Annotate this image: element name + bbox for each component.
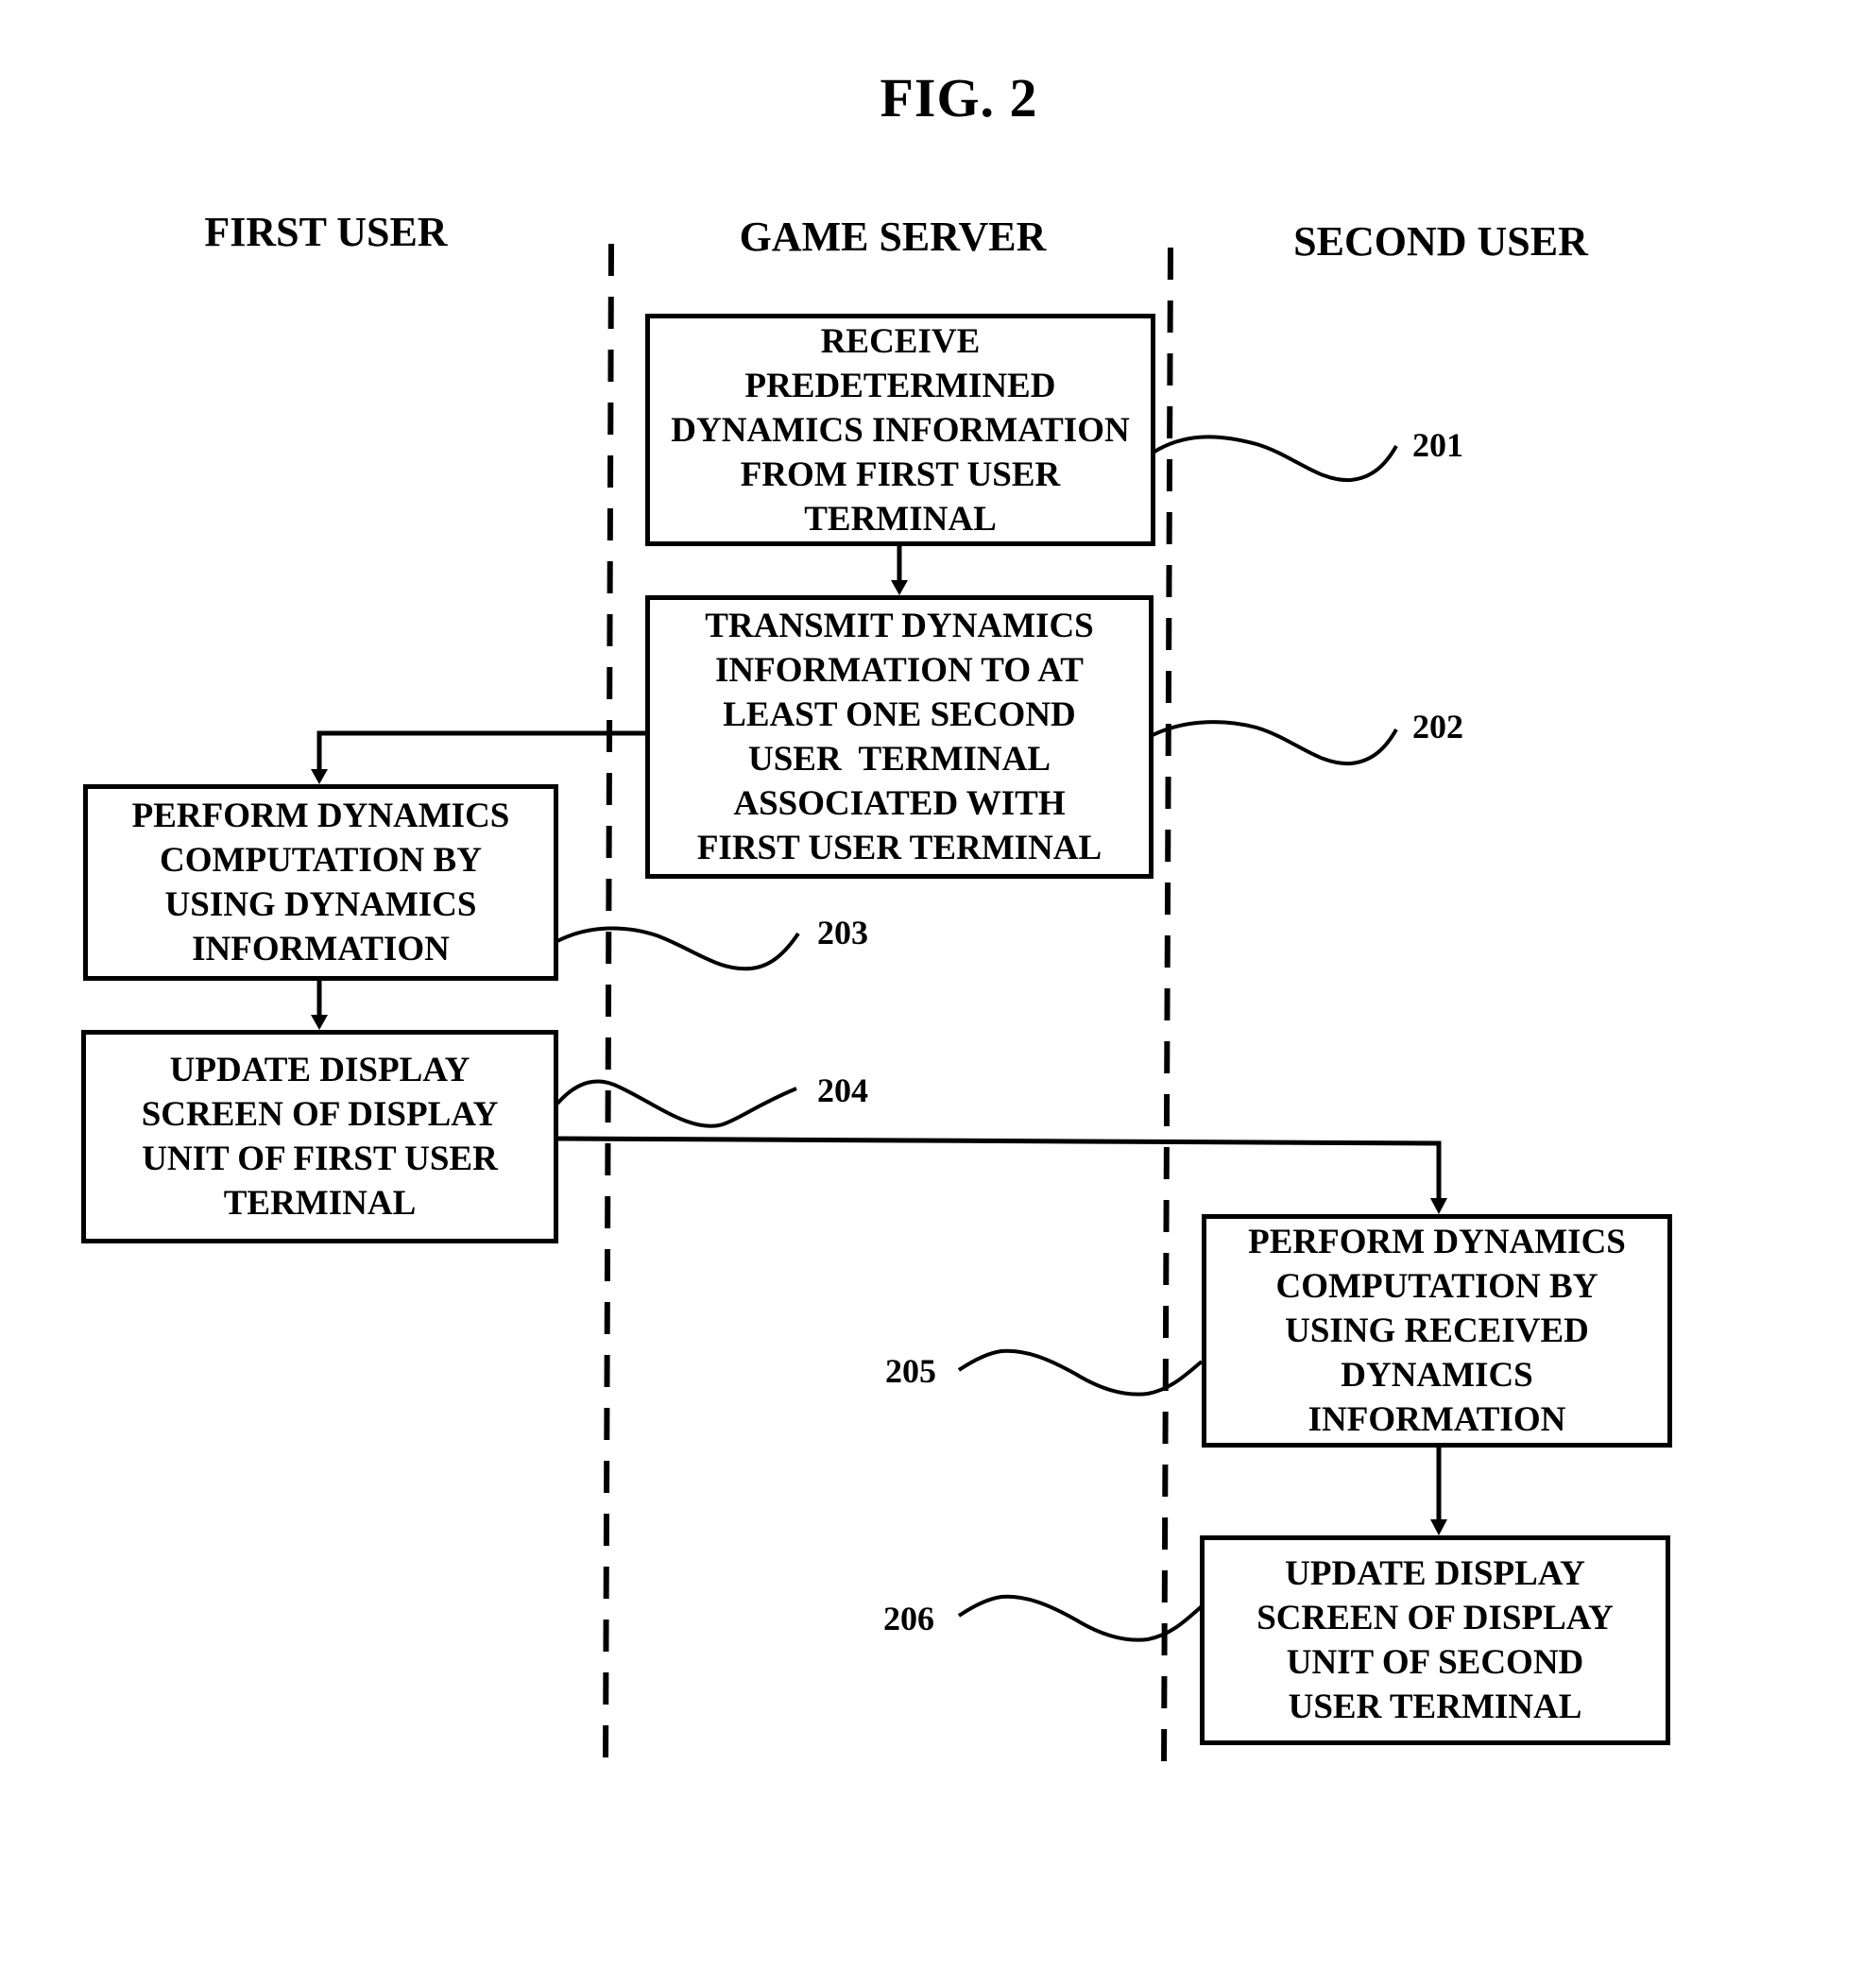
step-206-line-2: SCREEN OF DISPLAY: [1256, 1599, 1614, 1637]
step-box-205: PERFORM DYNAMICS COMPUTATION BY USING RE…: [1202, 1214, 1672, 1448]
leader-line-201: [1153, 435, 1398, 483]
step-201-line-3: DYNAMICS INFORMATION: [671, 410, 1130, 450]
ref-label-201: 201: [1412, 426, 1463, 464]
step-201-line-4: FROM FIRST USER: [740, 454, 1061, 494]
ref-label-204: 204: [817, 1071, 868, 1109]
arrowhead-201-202: [891, 580, 908, 595]
step-204-line-2: SCREEN OF DISPLAY: [141, 1095, 499, 1134]
step-202-line-3: LEAST ONE SECOND: [723, 695, 1076, 734]
step-box-206: UPDATE DISPLAY SCREEN OF DISPLAY UNIT OF…: [1200, 1535, 1670, 1745]
flow-arrow-202-203: [316, 730, 645, 777]
leader-line-206: [957, 1594, 1204, 1642]
arrowhead-205-206: [1430, 1519, 1447, 1535]
flow-arrow-204-205: [556, 1136, 1442, 1207]
ref-label-205: 205: [885, 1352, 936, 1390]
step-205-line-4: DYNAMICS: [1341, 1356, 1533, 1395]
step-205-line-3: USING RECEIVED: [1285, 1311, 1589, 1350]
ref-label-202: 202: [1412, 708, 1463, 746]
step-203-line-2: COMPUTATION BY: [160, 841, 482, 880]
lane-divider-right: [1161, 247, 1173, 1773]
arrowhead-202-203: [311, 769, 328, 784]
step-206-line-1: UPDATE DISPLAY: [1285, 1554, 1585, 1593]
step-204-line-1: UPDATE DISPLAY: [169, 1051, 470, 1089]
step-202-line-6: FIRST USER TERMINAL: [696, 829, 1102, 867]
step-box-201: RECEIVE PREDETERMINED DYNAMICS INFORMATI…: [645, 314, 1155, 546]
step-202-line-1: TRANSMIT DYNAMICS: [705, 607, 1094, 645]
step-box-203: PERFORM DYNAMICS COMPUTATION BY USING DY…: [83, 784, 558, 981]
lane-divider-left: [603, 243, 614, 1770]
step-202-line-2: INFORMATION TO AT: [715, 651, 1084, 690]
ref-label-206: 206: [883, 1600, 934, 1637]
step-202-line-5: ASSOCIATED WITH: [733, 784, 1066, 823]
arrowhead-204-205: [1430, 1198, 1447, 1214]
ref-label-203: 203: [817, 914, 868, 951]
leader-line-203: [556, 926, 800, 971]
step-204-line-4: TERMINAL: [223, 1184, 417, 1223]
step-203-line-1: PERFORM DYNAMICS: [131, 797, 510, 835]
step-202-line-4: USER TERMINAL: [747, 740, 1051, 779]
step-201-line-2: PREDETERMINED: [744, 366, 1056, 405]
step-204-line-3: UNIT OF FIRST USER: [142, 1140, 498, 1178]
step-206-line-4: USER TERMINAL: [1288, 1688, 1582, 1726]
step-201-line-1: RECEIVE: [820, 321, 981, 361]
step-205-line-1: PERFORM DYNAMICS: [1248, 1223, 1626, 1261]
leader-line-204: [555, 1079, 797, 1128]
step-box-204: UPDATE DISPLAY SCREEN OF DISPLAY UNIT OF…: [81, 1030, 558, 1243]
step-203-line-4: INFORMATION: [192, 930, 450, 968]
step-205-line-5: INFORMATION: [1308, 1400, 1566, 1439]
step-box-202: TRANSMIT DYNAMICS INFORMATION TO AT LEAS…: [645, 595, 1154, 879]
step-201-line-5: TERMINAL: [804, 499, 997, 539]
step-203-line-3: USING DYNAMICS: [164, 885, 477, 924]
step-205-line-2: COMPUTATION BY: [1275, 1267, 1598, 1306]
leader-line-202: [1152, 720, 1398, 766]
arrowhead-203-204: [311, 1015, 328, 1030]
step-206-line-3: UNIT OF SECOND: [1286, 1643, 1584, 1682]
